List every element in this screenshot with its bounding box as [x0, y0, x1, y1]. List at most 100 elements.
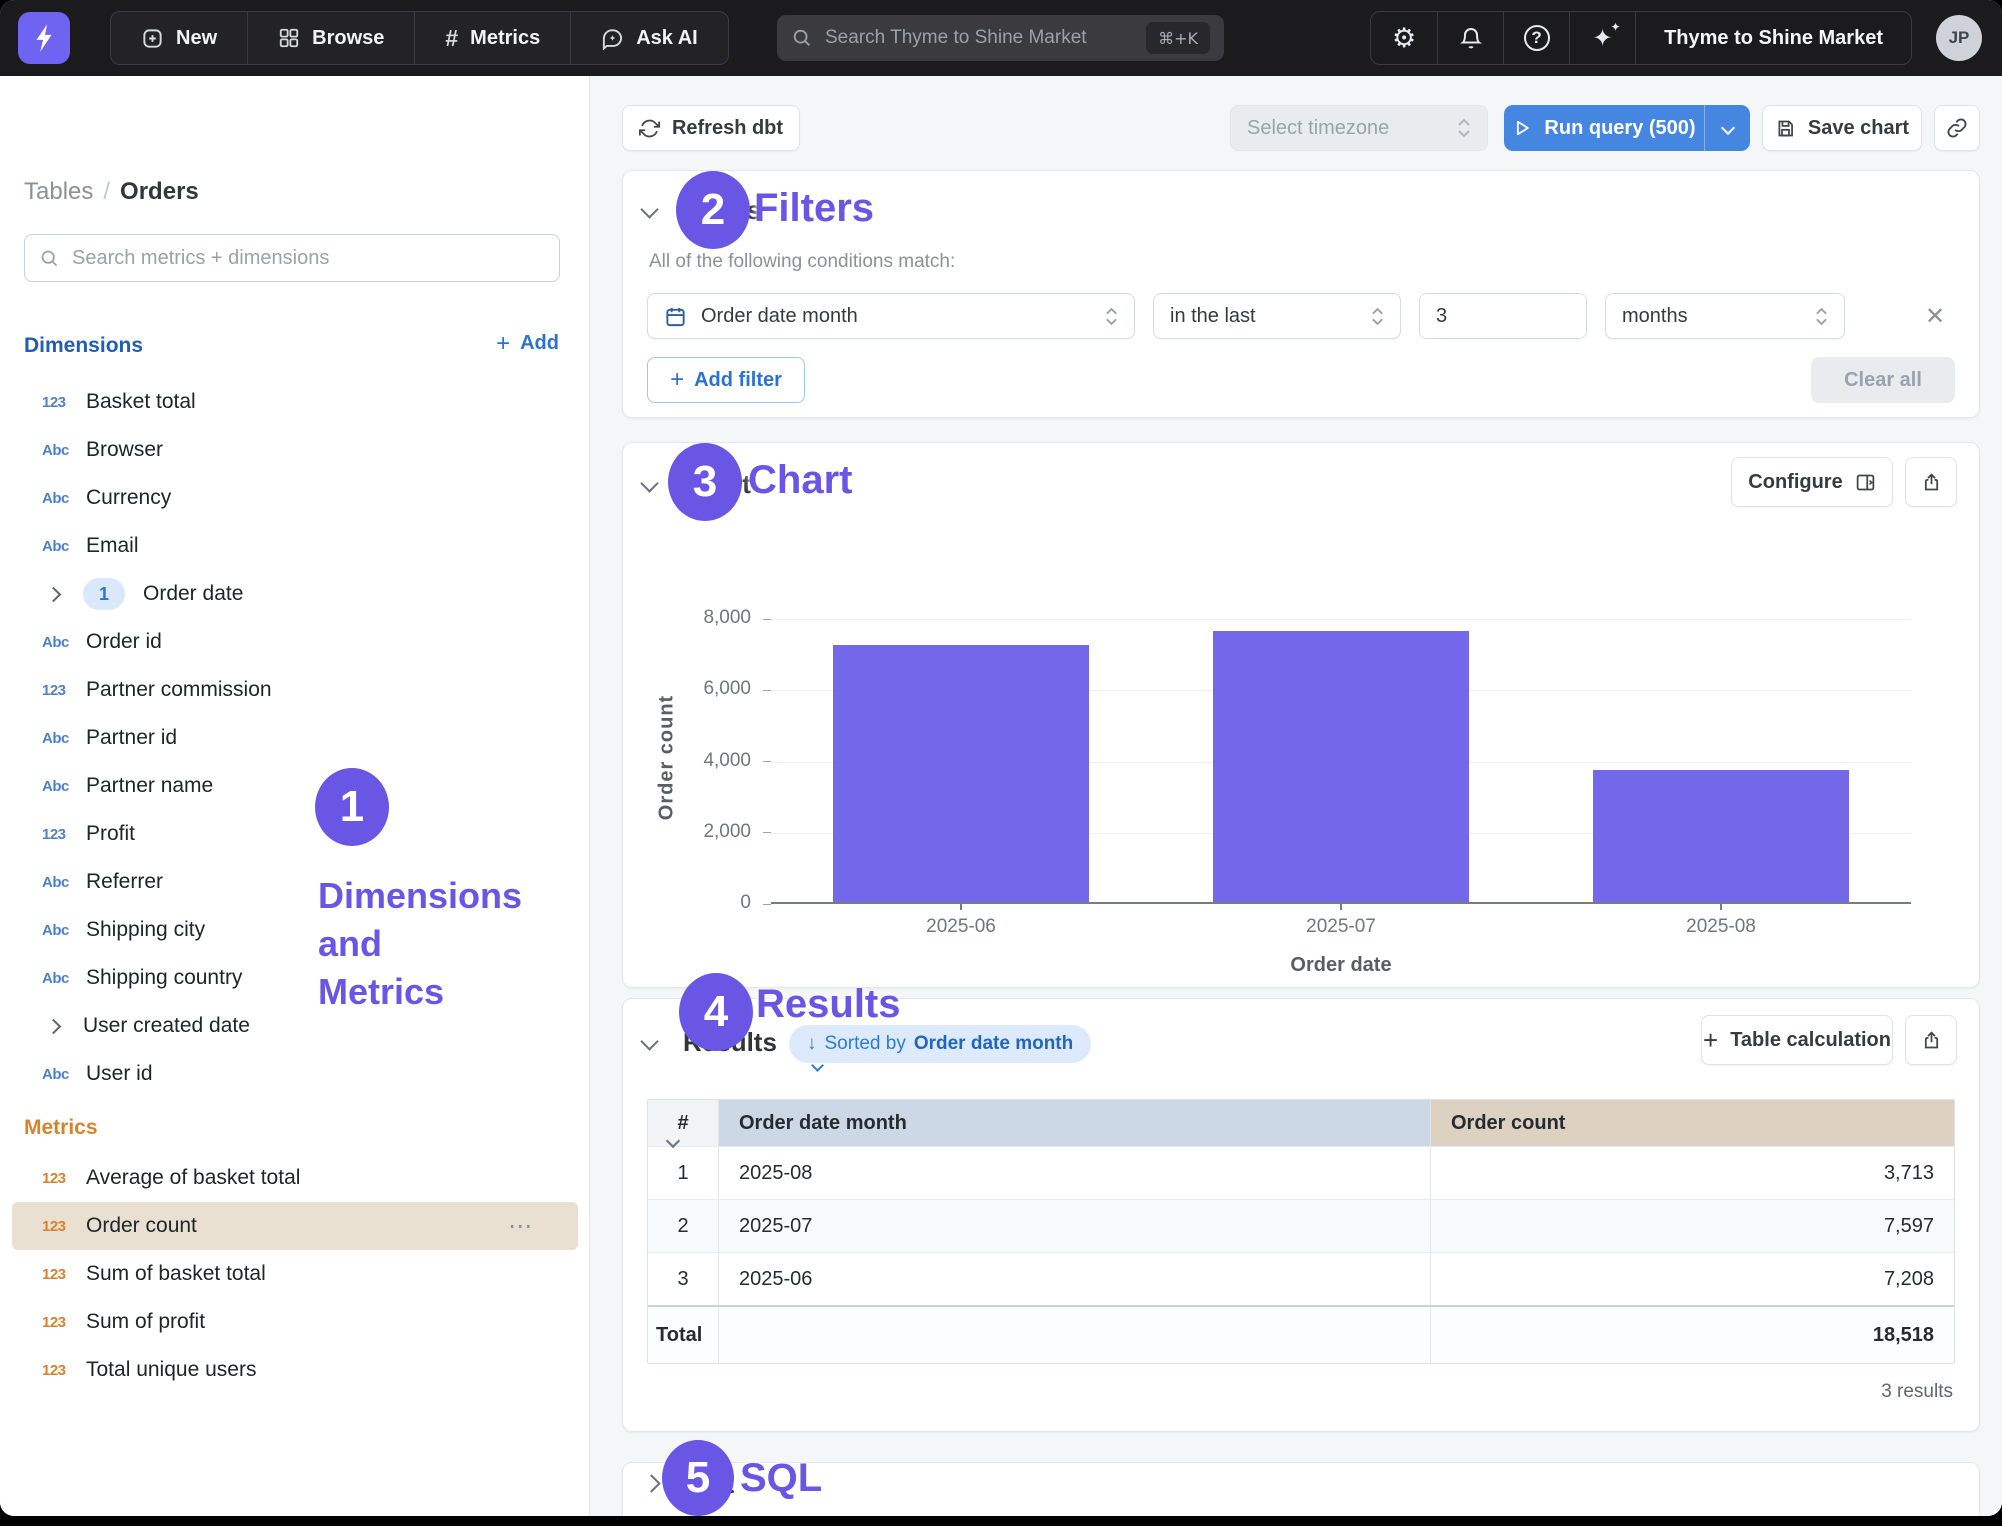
y-tick-label: 0 — [631, 892, 751, 914]
sidebar-item[interactable]: AbcUser id — [12, 1050, 578, 1098]
sidebar-item[interactable]: AbcCurrency — [12, 474, 578, 522]
app-window: New Browse # Metrics Ask AI ⌘+K ⚙ — [0, 0, 2002, 1516]
filter-unit-value: months — [1622, 305, 1801, 328]
row-dimension-cell[interactable]: 2025-08 — [718, 1147, 1430, 1199]
nav-metrics-button[interactable]: # Metrics — [414, 12, 570, 64]
sorted-by-badge[interactable]: ↓ Sorted by Order date month — [789, 1025, 1091, 1063]
x-tick-label: 2025-07 — [1241, 916, 1441, 938]
sidebar-item[interactable]: 123Total unique users — [12, 1346, 578, 1394]
bar[interactable] — [1593, 770, 1849, 902]
sidebar-item[interactable]: 123Sum of profit — [12, 1298, 578, 1346]
collapse-results-chevron[interactable] — [640, 1032, 658, 1050]
run-query-button[interactable]: Run query (500) — [1504, 105, 1750, 151]
save-chart-button[interactable]: Save chart — [1762, 105, 1922, 151]
settings-button[interactable]: ⚙ — [1371, 12, 1437, 64]
annotation-circle-4: 4 — [679, 973, 753, 1051]
sidebar-item[interactable]: 1Order date — [12, 570, 578, 618]
calendar-icon — [664, 305, 687, 328]
total-spacer — [718, 1307, 1430, 1363]
sidebar-item[interactable]: AbcOrder id — [12, 618, 578, 666]
sidebar-item[interactable]: 123Sum of basket total — [12, 1250, 578, 1298]
sidebar-item-label: Basket total — [86, 390, 196, 414]
sidebar-item[interactable]: AbcEmail — [12, 522, 578, 570]
table-row[interactable]: 22025-077,597 — [648, 1199, 1954, 1252]
nav-askai-button[interactable]: Ask AI — [570, 12, 728, 64]
filter-field-select[interactable]: Order date month — [647, 293, 1135, 339]
item-menu-button[interactable]: ⋯ — [508, 1212, 534, 1241]
clear-all-button[interactable]: Clear all — [1811, 357, 1955, 403]
x-tick-label: 2025-06 — [861, 916, 1061, 938]
column-header-order-date-month[interactable]: Order date month — [718, 1100, 1430, 1146]
app-logo[interactable] — [18, 12, 70, 64]
search-icon — [39, 248, 60, 269]
plus-icon: + — [670, 370, 684, 390]
sidebar-item[interactable]: 123Order count⋯ — [12, 1202, 578, 1250]
fields-search — [24, 234, 560, 282]
bar[interactable] — [1213, 631, 1469, 902]
sidebar-item-label: Shipping country — [86, 966, 242, 990]
table-row[interactable]: 12025-083,713 — [648, 1146, 1954, 1199]
filters-subtitle: All of the following conditions match: — [649, 251, 955, 273]
refresh-dbt-button[interactable]: Refresh dbt — [622, 105, 800, 151]
collapse-filters-chevron[interactable] — [640, 200, 658, 218]
add-label: Add — [520, 332, 559, 355]
sidebar-item[interactable]: AbcBrowser — [12, 426, 578, 474]
user-avatar[interactable]: JP — [1936, 15, 1982, 61]
copy-link-button[interactable] — [1934, 105, 1980, 151]
metrics-list: 123Average of basket total123Order count… — [12, 1154, 578, 1394]
filter-operator-select[interactable]: in the last — [1153, 293, 1401, 339]
table-row[interactable]: 32025-067,208 — [648, 1252, 1954, 1305]
filter-value-input[interactable] — [1420, 294, 1587, 338]
sidebar-item[interactable]: 123Average of basket total — [12, 1154, 578, 1202]
table-calculation-label: Table calculation — [1730, 1029, 1891, 1052]
grid-icon — [278, 27, 300, 49]
global-search-input[interactable] — [825, 27, 1134, 49]
configure-chart-button[interactable]: Configure — [1731, 457, 1893, 507]
collapse-chart-chevron[interactable] — [640, 474, 658, 492]
run-query-dropdown[interactable] — [1704, 105, 1750, 151]
annotation-label-2: Filters — [754, 186, 874, 231]
sidebar-item[interactable]: 123Partner commission — [12, 666, 578, 714]
timezone-select[interactable]: Select timezone — [1230, 105, 1488, 151]
row-dimension-cell[interactable]: 2025-06 — [718, 1253, 1430, 1305]
notifications-button[interactable] — [1437, 12, 1503, 64]
results-table-header: #Order date monthOrder count — [648, 1100, 1954, 1146]
sidebar-item-label: Partner name — [86, 774, 213, 798]
project-switcher[interactable]: Thyme to Shine Market — [1635, 12, 1911, 64]
row-metric-cell[interactable]: 7,208 — [1430, 1253, 1954, 1305]
sidebar-item[interactable]: AbcPartner name — [12, 762, 578, 810]
row-metric-cell[interactable]: 3,713 — [1430, 1147, 1954, 1199]
x-axis-tick — [1340, 902, 1342, 910]
filter-unit-select[interactable]: months — [1605, 293, 1845, 339]
expand-sql-chevron[interactable] — [642, 1474, 660, 1492]
sidebar-item[interactable]: 123Profit — [12, 810, 578, 858]
run-query-main[interactable]: Run query (500) — [1504, 105, 1704, 151]
filter-operator-value: in the last — [1170, 305, 1357, 328]
table-calculation-button[interactable]: + Table calculation — [1701, 1015, 1893, 1065]
export-results-button[interactable] — [1905, 1015, 1957, 1065]
export-chart-button[interactable] — [1905, 457, 1957, 507]
nav-browse-button[interactable]: Browse — [247, 12, 414, 64]
breadcrumb-tables-link[interactable]: Tables — [24, 178, 93, 205]
plus-icon: + — [496, 334, 510, 354]
remove-filter-button[interactable]: ✕ — [1915, 296, 1955, 336]
fields-search-input[interactable] — [72, 247, 545, 270]
y-tick-label: 4,000 — [631, 750, 751, 772]
text-type-icon: Abc — [42, 1066, 76, 1083]
column-header-index[interactable]: # — [648, 1100, 718, 1146]
row-metric-cell[interactable]: 7,597 — [1430, 1200, 1954, 1252]
ai-sparkles-button[interactable]: ✦✦ — [1569, 12, 1635, 64]
gridline — [771, 619, 1911, 620]
column-header-order-count[interactable]: Order count — [1430, 1100, 1954, 1146]
number-type-icon: 123 — [42, 394, 76, 411]
row-dimension-cell[interactable]: 2025-07 — [718, 1200, 1430, 1252]
add-dimension-button[interactable]: + Add — [496, 332, 559, 355]
bar[interactable] — [833, 645, 1089, 902]
sidebar-item[interactable]: 123 Basket total — [12, 378, 578, 426]
sidebar-item[interactable]: AbcPartner id — [12, 714, 578, 762]
refresh-dbt-label: Refresh dbt — [672, 117, 783, 140]
help-button[interactable]: ? — [1503, 12, 1569, 64]
text-type-icon: Abc — [42, 490, 76, 507]
add-filter-button[interactable]: + Add filter — [647, 357, 805, 403]
nav-new-button[interactable]: New — [111, 12, 247, 64]
